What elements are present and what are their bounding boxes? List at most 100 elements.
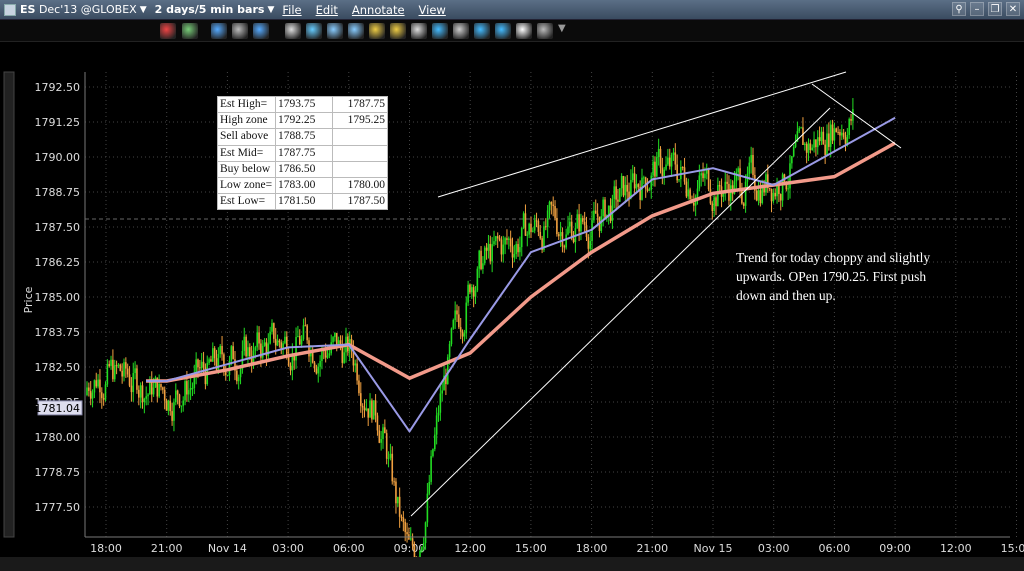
candle-body [121,370,123,377]
dropdown-icon[interactable]: ▼ [558,23,574,39]
candle-body [563,246,566,248]
candle-body [128,374,131,386]
candle-body [583,221,586,226]
candle-body [511,246,514,258]
estimates-cell: 1780.00 [332,176,388,195]
candle-body [175,390,177,403]
candle-body [117,364,120,366]
candle-body [178,394,181,407]
candle-body [469,284,471,293]
text-icon[interactable] [432,23,448,39]
candle-body [589,240,591,249]
candle-body [393,481,395,483]
candle-body [459,327,462,332]
candle-body [483,247,486,264]
candle-body [676,164,678,181]
zoom-in-icon[interactable] [369,23,385,39]
bars-icon[interactable] [182,23,198,39]
candle-body [450,328,453,345]
minimize-icon[interactable]: – [970,2,984,16]
price-tick-label: 1777.50 [35,501,81,514]
candle-body [239,369,242,378]
candle-body [360,393,362,406]
crosshair-icon[interactable] [232,23,248,39]
candle-body [741,190,743,204]
candle-body [485,247,488,251]
candle-body [744,181,747,206]
app-icon [4,3,16,16]
fan-icon[interactable] [327,23,343,39]
candle-body [369,400,371,418]
refresh-icon[interactable] [285,23,301,39]
estimates-row: High zone 1792.25 1795.25 [217,112,388,130]
compare-icon[interactable] [495,23,511,39]
candle-body [815,139,817,148]
candle-body [798,128,801,132]
candle-body [247,347,249,357]
candle-body [432,449,434,457]
undo-icon[interactable] [211,23,227,39]
contract-label: Dec'13 @GLOBEX [38,3,137,16]
time-tick-label: 06:00 [819,542,851,555]
candle-body [704,173,706,179]
candle-body [430,456,432,482]
candle-body [508,238,510,240]
candle-body [715,197,717,207]
candle-body [835,128,838,132]
candle-body [354,363,357,366]
candle-body [685,181,688,197]
candle-body [489,243,492,262]
tools-icon[interactable] [537,23,553,39]
estimates-cell: 1787.50 [332,193,388,211]
estimates-cell [332,128,388,146]
restore-icon[interactable]: ❐ [988,2,1002,16]
zoom-out-icon[interactable] [390,23,406,39]
candle-body [513,254,516,258]
candle-body [384,427,386,434]
symbol-label: ES [20,3,36,16]
candle-body [624,184,627,196]
candle-body [163,389,166,401]
price-chart[interactable]: 1792.50 1791.25 1790.00 1788.75 1787.50 1786.… [0,70,1024,571]
redo-icon[interactable] [253,23,269,39]
eraser-icon[interactable] [411,23,427,39]
candle-body [635,184,638,189]
candle-body [646,188,649,191]
grid-icon[interactable] [453,23,469,39]
menu-annotate[interactable]: Annotate [352,3,405,17]
candle-body [752,155,754,175]
candle-body [633,173,636,189]
pin-icon[interactable]: ⚲ [952,2,966,16]
period-selector[interactable]: 2 days/5 min bars ▼ [155,3,275,16]
time-tick-label: 15:00 [1001,542,1024,555]
fib-icon[interactable] [348,23,364,39]
candle-body [600,216,603,231]
time-tick-label: 03:00 [758,542,790,555]
candle-body [372,400,375,420]
candle-body [535,220,538,222]
menu-file[interactable]: File [282,3,301,17]
candle-body [182,400,184,406]
indicator-icon[interactable] [474,23,490,39]
candle-body [702,173,704,179]
title-bar: ES Dec'13 @GLOBEX ▼ 2 days/5 min bars ▼ … [0,0,1024,20]
close-icon[interactable]: ✕ [1006,2,1020,16]
symbol-selector[interactable]: ES Dec'13 @GLOBEX ▼ [20,3,147,16]
candle-body [143,398,146,403]
candle-body [515,244,517,255]
sync-icon[interactable] [516,23,532,39]
candle-body [356,363,358,381]
candle-body [334,332,336,338]
candle-body [271,323,273,332]
menu-edit[interactable]: Edit [316,3,338,17]
trendline-icon[interactable] [306,23,322,39]
candle-body [108,364,110,366]
candle-body [328,353,331,356]
candle-body [761,186,764,204]
candle-body [804,143,806,145]
chart-annotation[interactable]: Trend for today choppy and slightly upwa… [736,248,936,305]
menu-view[interactable]: View [419,3,446,17]
pencil-icon[interactable] [160,23,176,39]
candle-body [439,393,442,413]
candle-body [829,124,832,147]
